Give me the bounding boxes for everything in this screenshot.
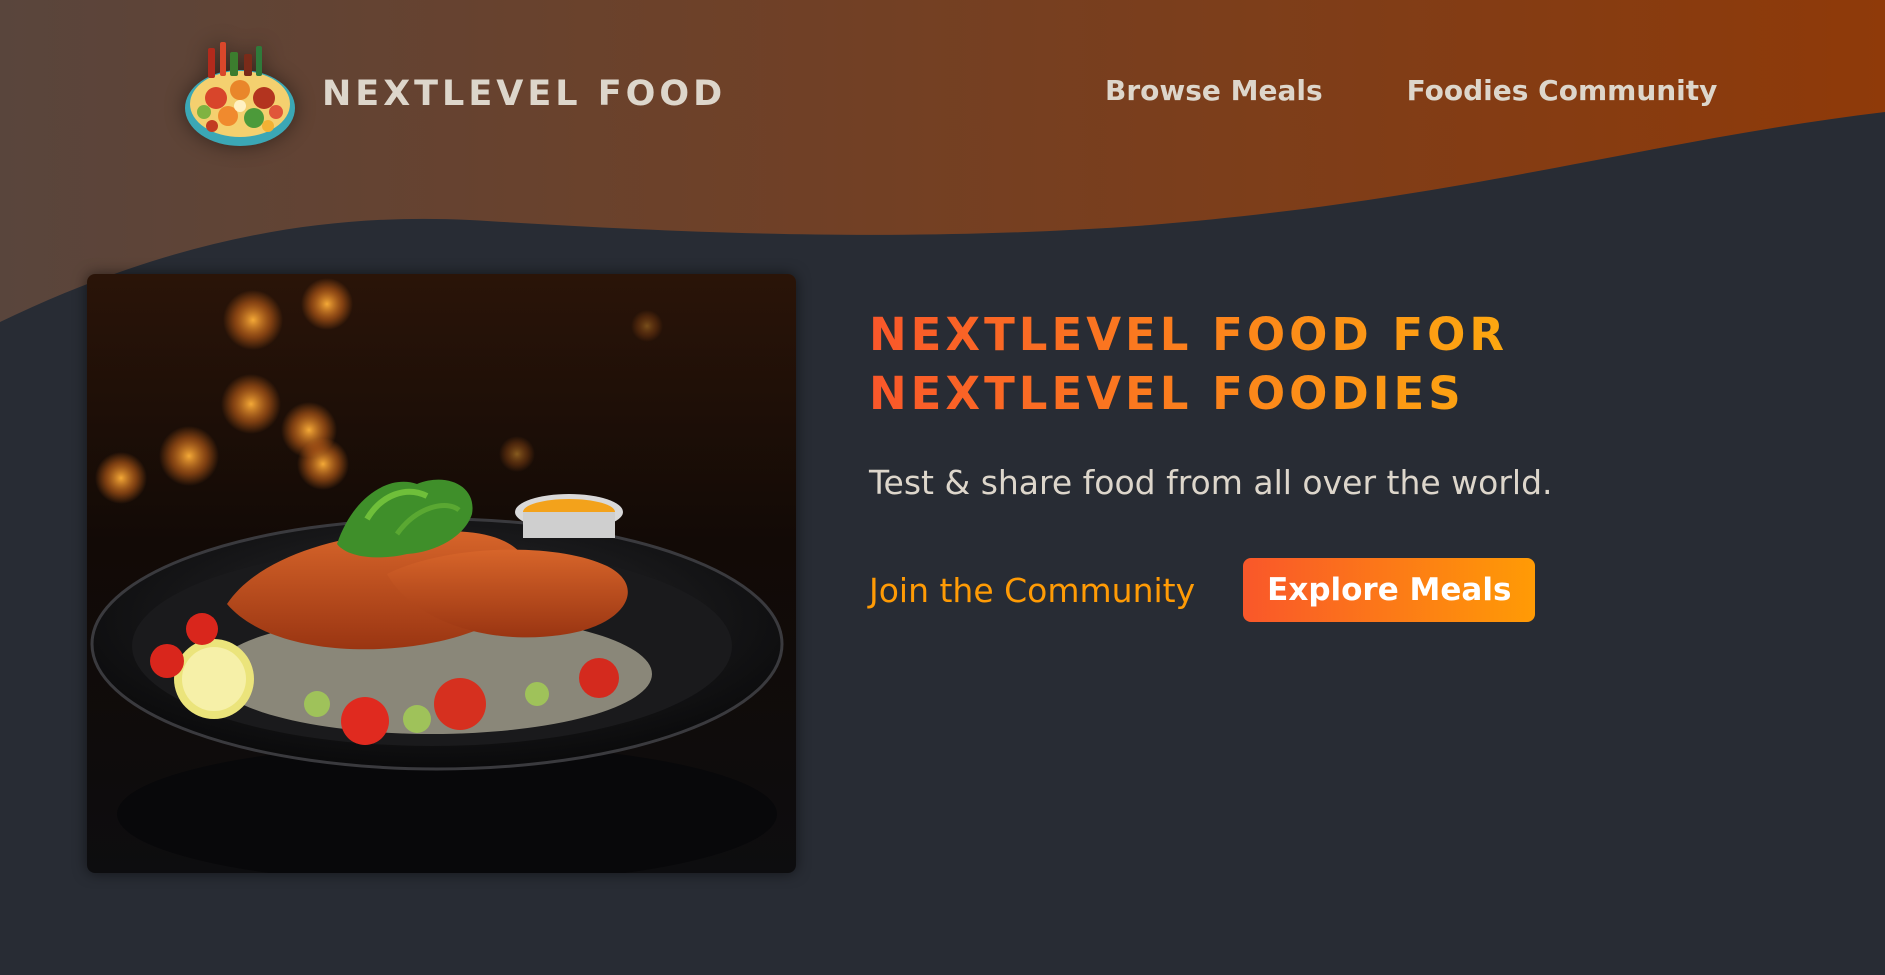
hero-subtitle: Test & share food from all over the worl… — [869, 463, 1553, 502]
join-community-link[interactable]: Join the Community — [869, 571, 1195, 610]
hero-cta-row: Join the Community Explore Meals — [869, 558, 1769, 622]
site-header: NEXTLEVEL FOOD Browse Meals Foodies Comm… — [0, 0, 1885, 190]
schnitzel-plate-image — [87, 274, 796, 873]
page: NEXTLEVEL FOOD Browse Meals Foodies Comm… — [0, 0, 1885, 975]
home-logo-link[interactable]: NEXTLEVEL FOOD — [182, 38, 726, 150]
hero-title-line-1: NEXTLEVEL FOOD FOR — [869, 308, 1509, 361]
hero-title-line-2: NEXTLEVEL FOODIES — [869, 367, 1465, 420]
nav-foodies-community[interactable]: Foodies Community — [1407, 74, 1718, 107]
explore-meals-button[interactable]: Explore Meals — [1243, 558, 1536, 622]
hero-image-slideshow — [87, 274, 796, 873]
nav-browse-meals[interactable]: Browse Meals — [1105, 74, 1323, 107]
hero-title: NEXTLEVEL FOOD FOR NEXTLEVEL FOODIES — [869, 305, 1769, 423]
hero-content: NEXTLEVEL FOOD FOR NEXTLEVEL FOODIES Tes… — [869, 305, 1769, 622]
site-logo-text: NEXTLEVEL FOOD — [322, 74, 727, 114]
main-navigation: Browse Meals Foodies Community — [1105, 74, 1717, 107]
food-plate-logo-icon — [185, 42, 295, 146]
